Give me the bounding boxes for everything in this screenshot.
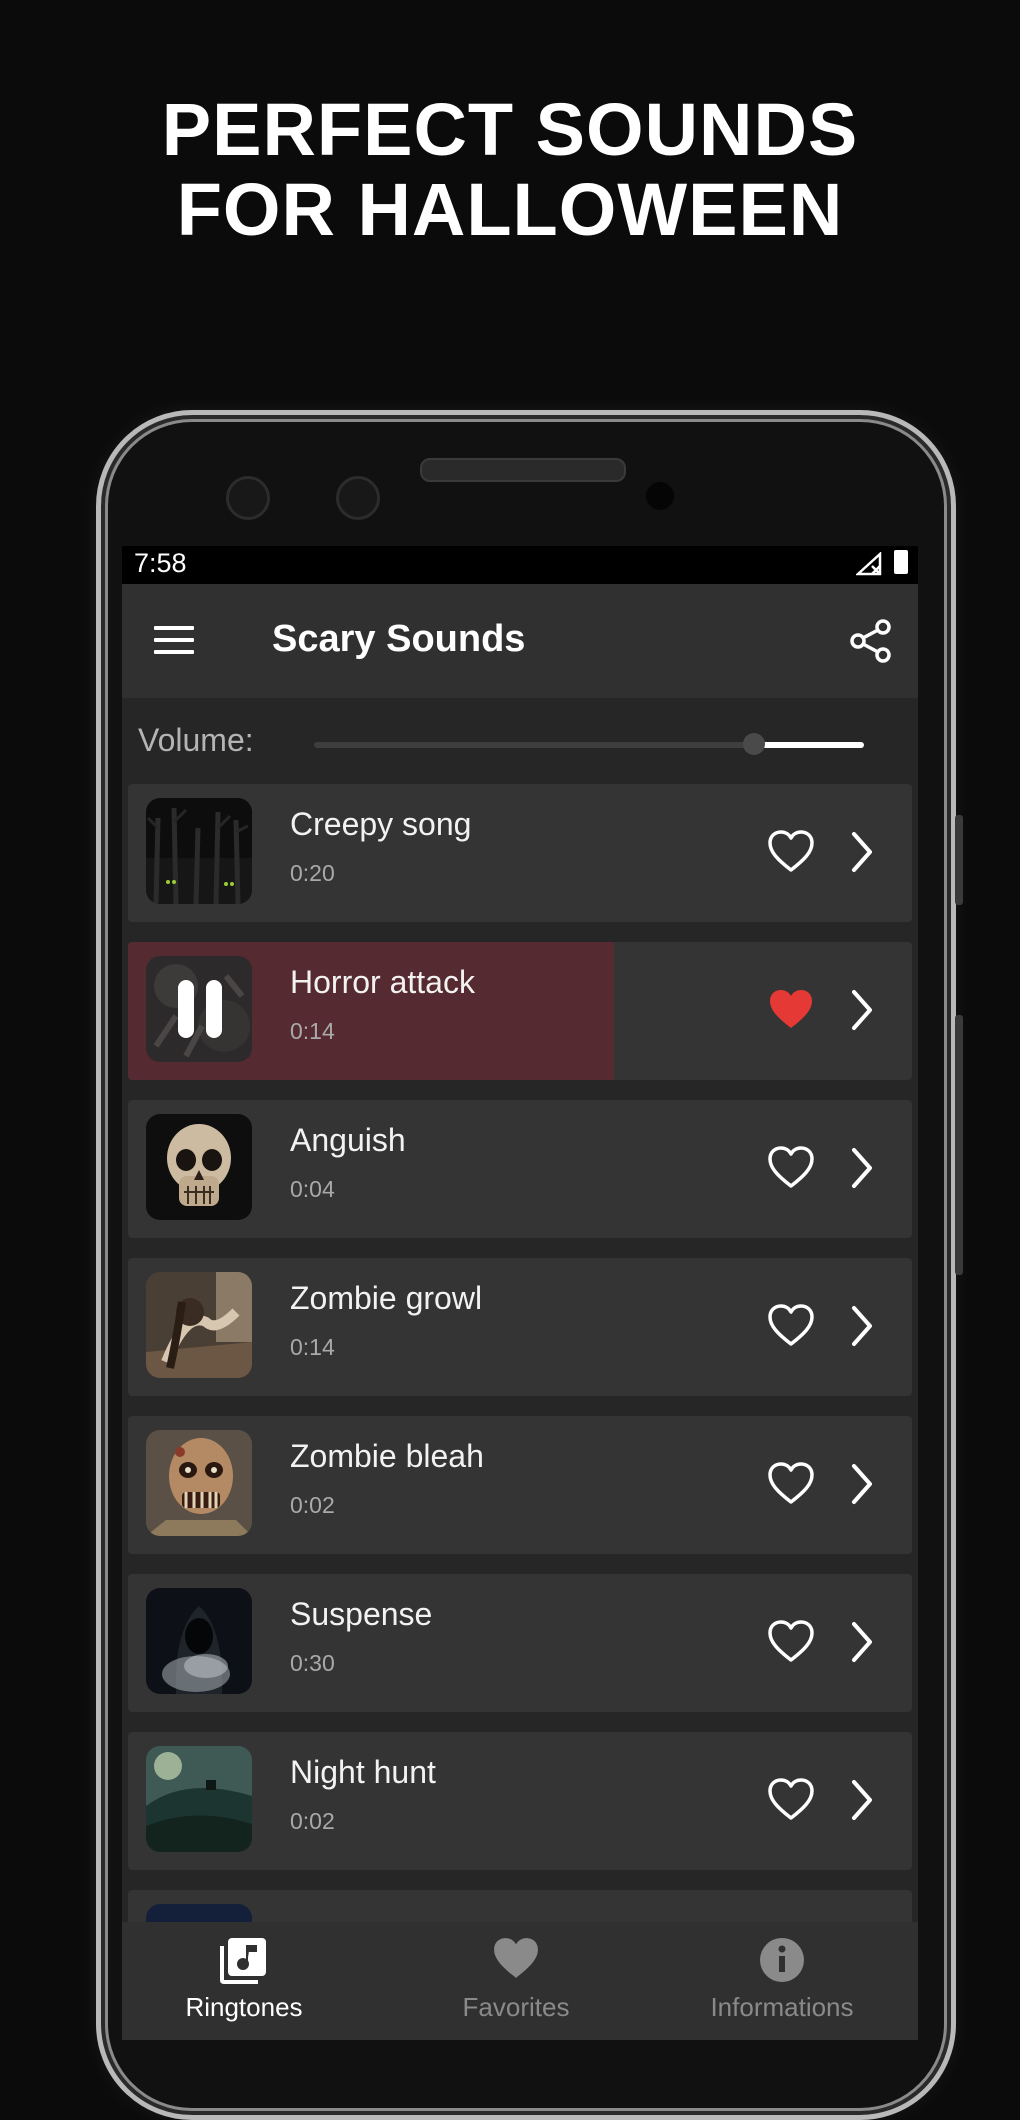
sound-item[interactable]: Horror attack 0:14	[128, 942, 912, 1080]
chevron-right-icon[interactable]	[848, 1620, 876, 1664]
sound-thumbnail[interactable]	[146, 1430, 252, 1536]
menu-icon[interactable]	[154, 626, 194, 656]
sound-thumbnail[interactable]	[146, 1588, 252, 1694]
sound-duration: 0:02	[290, 1808, 335, 1834]
sound-duration: 0:14	[290, 1018, 335, 1044]
status-time: 7:58	[134, 548, 187, 578]
app-bar: Scary Sounds	[122, 584, 918, 698]
nav-favorites[interactable]: Favorites	[386, 1936, 646, 2023]
front-camera-2	[336, 476, 380, 520]
chevron-right-icon[interactable]	[848, 988, 876, 1032]
promo-line-1: PERFECT SOUNDS	[161, 88, 859, 171]
chevron-right-icon[interactable]	[848, 830, 876, 874]
sound-item[interactable]: Night hunt 0:02	[128, 1732, 912, 1870]
sound-thumbnail[interactable]	[146, 1272, 252, 1378]
sound-thumbnail[interactable]	[146, 1114, 252, 1220]
heart-outline-icon[interactable]	[768, 1304, 814, 1346]
nav-informations[interactable]: Informations	[652, 1936, 912, 2023]
chevron-right-icon[interactable]	[848, 1462, 876, 1506]
phone-speaker	[420, 458, 626, 482]
sound-duration: 0:14	[290, 1334, 335, 1360]
sound-duration: 0:30	[290, 1650, 335, 1676]
sound-item[interactable]: Suspense 0:30	[128, 1574, 912, 1712]
bottom-navigation: Ringtones Favorites Informations	[122, 1922, 918, 2040]
nav-label: Ringtones	[185, 1992, 303, 2022]
heart-outline-icon[interactable]	[768, 1778, 814, 1820]
sound-name: Horror attack	[290, 964, 475, 1000]
promo-headline: PERFECT SOUNDS FOR HALLOWEEN	[0, 90, 1020, 250]
volume-slider-thumb[interactable]	[743, 733, 765, 755]
heart-outline-icon[interactable]	[768, 1620, 814, 1662]
volume-slider-fill	[754, 742, 864, 748]
phone-side-button	[955, 815, 963, 905]
status-bar: 7:58	[122, 546, 918, 584]
sound-name: Suspense	[290, 1596, 433, 1632]
nav-label: Informations	[710, 1992, 854, 2022]
info-icon	[758, 1936, 806, 1984]
sound-item[interactable]: Zombie bleah 0:02	[128, 1416, 912, 1554]
pause-icon[interactable]	[178, 980, 222, 1038]
sound-thumbnail[interactable]	[146, 1746, 252, 1852]
sound-name: Creepy song	[290, 806, 472, 842]
volume-row: Volume:	[122, 698, 918, 782]
heart-outline-icon[interactable]	[768, 1462, 814, 1504]
chevron-right-icon[interactable]	[848, 1304, 876, 1348]
volume-label: Volume:	[138, 722, 254, 758]
promo-line-2: FOR HALLOWEEN	[176, 168, 844, 251]
sound-item[interactable]: Zombie growl 0:14	[128, 1258, 912, 1396]
sound-name: Zombie growl	[290, 1280, 483, 1316]
chevron-right-icon[interactable]	[848, 1146, 876, 1190]
heart-icon	[492, 1936, 540, 1984]
sound-duration: 0:02	[290, 1492, 335, 1518]
heart-outline-icon[interactable]	[768, 830, 814, 872]
sound-name: Night hunt	[290, 1754, 436, 1790]
sound-name: Anguish	[290, 1122, 406, 1158]
heart-outline-icon[interactable]	[768, 1146, 814, 1188]
sound-thumbnail[interactable]	[146, 956, 252, 1062]
volume-slider[interactable]	[314, 733, 864, 755]
nav-label: Favorites	[462, 1992, 570, 2022]
sound-item[interactable]: Creepy song 0:20	[128, 784, 912, 922]
front-camera-1	[226, 476, 270, 520]
sound-duration: 0:20	[290, 860, 335, 886]
sound-name: Zombie bleah	[290, 1438, 484, 1474]
battery-icon	[894, 550, 908, 574]
sound-item[interactable]: Anguish 0:04	[128, 1100, 912, 1238]
nav-ringtones[interactable]: Ringtones	[122, 1936, 374, 2023]
share-icon[interactable]	[848, 618, 894, 664]
proximity-sensor	[646, 482, 674, 510]
music-library-icon	[220, 1936, 268, 1984]
phone-screen: 7:58 Scary Sounds Volume: Creepy song 0:2…	[122, 546, 918, 2040]
sound-list: Creepy song 0:20 Horror attack 0:14 Anguish 0…	[128, 784, 912, 2040]
chevron-right-icon[interactable]	[848, 1778, 876, 1822]
app-title: Scary Sounds	[272, 618, 526, 660]
heart-filled-icon[interactable]	[768, 988, 814, 1030]
signal-off-icon	[856, 552, 882, 576]
phone-volume-button	[955, 1015, 963, 1275]
sound-duration: 0:04	[290, 1176, 335, 1202]
sound-thumbnail[interactable]	[146, 798, 252, 904]
